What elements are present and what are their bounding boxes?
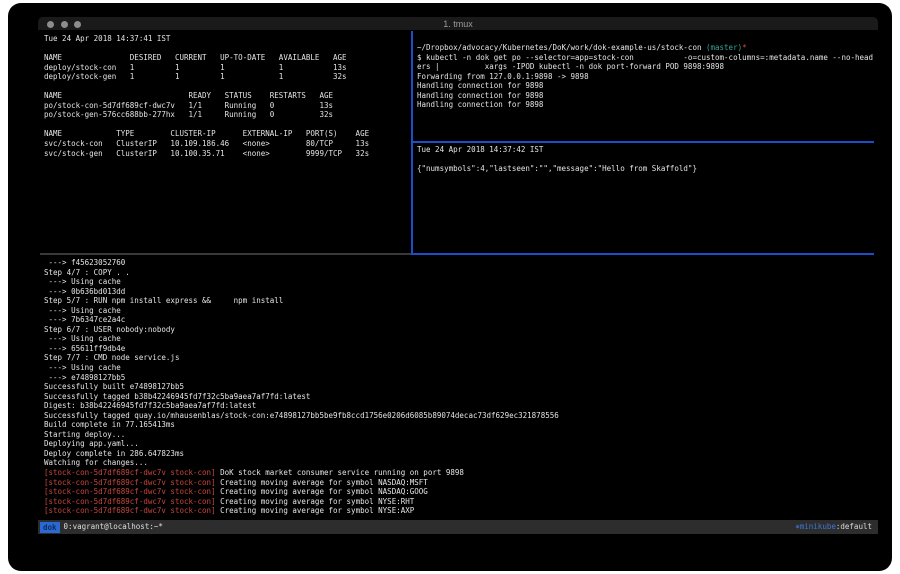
log-line: [stock-con-5d7df689cf-dwc7v stock-con] C…	[44, 478, 874, 488]
window-titlebar[interactable]: 1. tmux	[38, 17, 878, 31]
pod-log-message: DoK stock market consumer service runnin…	[216, 468, 464, 477]
pod-log-message: Creating moving average for symbol NASDA…	[216, 478, 428, 487]
pod-log-message: Creating moving average for symbol NYSE:…	[216, 506, 415, 515]
pod-log-prefix: [stock-con-5d7df689cf-dwc7v stock-con]	[44, 497, 216, 506]
log-line: [stock-con-5d7df689cf-dwc7v stock-con] C…	[44, 497, 874, 507]
git-dirty-marker: *	[742, 43, 747, 52]
pane-divider-main-inactive[interactable]	[40, 253, 411, 255]
tmux-status-bar: dok 0:vagrant@localhost:~* ⎈minikube:def…	[38, 520, 878, 534]
tmux-session: Tue 24 Apr 2018 14:37:41 IST NAME DESIRE…	[38, 31, 878, 534]
pod-log-prefix: [stock-con-5d7df689cf-dwc7v stock-con]	[44, 468, 216, 477]
pod-log-message: Creating moving average for symbol NYSE:…	[216, 497, 415, 506]
shell-prompt-path: ~/Dropbox/advocacy/Kubernetes/DoK/work/d…	[417, 43, 874, 53]
port-forward-output: $ kubectl -n dok get po --selector=app=s…	[417, 53, 874, 110]
pane-port-forward[interactable]: ~/Dropbox/advocacy/Kubernetes/DoK/work/d…	[417, 34, 874, 140]
kube-namespace: :default	[836, 522, 872, 531]
pane-divider-right[interactable]	[411, 141, 874, 143]
pod-log-message: Creating moving average for symbol NASDA…	[216, 487, 428, 496]
git-branch: (master)	[706, 43, 742, 52]
cwd-path: ~/Dropbox/advocacy/Kubernetes/DoK/work/d…	[417, 43, 706, 52]
pane-kubectl-watch[interactable]: Tue 24 Apr 2018 14:37:41 IST NAME DESIRE…	[44, 34, 410, 252]
log-line: [stock-con-5d7df689cf-dwc7v stock-con] D…	[44, 468, 874, 478]
kube-context-status: ⎈minikube:default	[795, 522, 872, 532]
docker-build-log: ---> f45623052760 Step 4/7 : COPY . . --…	[44, 258, 874, 468]
log-line: [stock-con-5d7df689cf-dwc7v stock-con] C…	[44, 506, 874, 516]
curl-output: Tue 24 Apr 2018 14:37:42 IST {"numsymbol…	[417, 145, 874, 174]
desktop-background: 1. tmux Tue 24 Apr 2018 14:37:41 IST NAM…	[8, 3, 892, 571]
kubectl-watch-output: Tue 24 Apr 2018 14:37:41 IST NAME DESIRE…	[44, 34, 410, 158]
kube-context: minikube	[800, 522, 836, 531]
pane-curl-output[interactable]: Tue 24 Apr 2018 14:37:42 IST {"numsymbol…	[417, 145, 874, 251]
tmux-session-name[interactable]: dok	[40, 522, 60, 533]
pod-log-prefix: [stock-con-5d7df689cf-dwc7v stock-con]	[44, 478, 216, 487]
pod-log-prefix: [stock-con-5d7df689cf-dwc7v stock-con]	[44, 506, 216, 515]
window-title: 1. tmux	[38, 17, 878, 31]
pane-skaffold-build[interactable]: ---> f45623052760 Step 4/7 : COPY . . --…	[44, 258, 874, 518]
pod-log-prefix: [stock-con-5d7df689cf-dwc7v stock-con]	[44, 487, 216, 496]
log-line: [stock-con-5d7df689cf-dwc7v stock-con] C…	[44, 487, 874, 497]
terminal-window: 1. tmux Tue 24 Apr 2018 14:37:41 IST NAM…	[38, 17, 878, 534]
tmux-window-label[interactable]: 0:vagrant@localhost:~*	[64, 522, 163, 532]
pane-divider-main-active[interactable]	[411, 253, 874, 255]
